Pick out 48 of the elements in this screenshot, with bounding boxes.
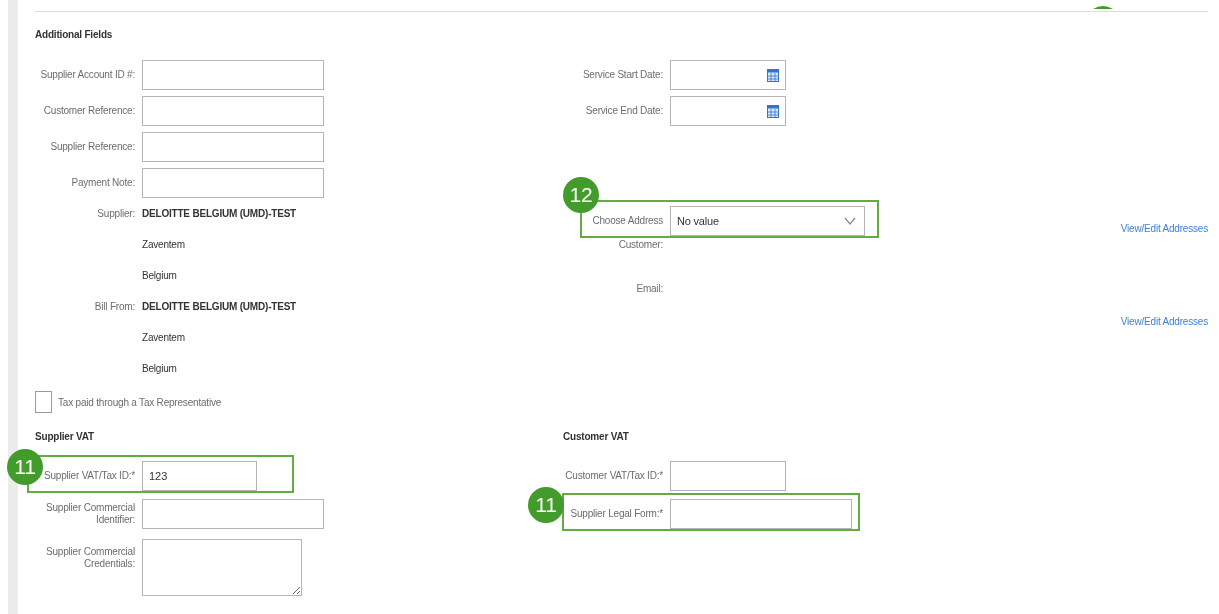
field-label: Payment Note:: [70, 177, 135, 189]
field-label: Supplier Reference:: [49, 141, 135, 153]
text-field[interactable]: [142, 499, 324, 529]
field-value: DELOITTE BELGIUM (UMD)-TEST: [142, 301, 297, 312]
badge-edge-icon: [1093, 5, 1113, 9]
field-label: Supplier Commercial Credentials:: [45, 546, 135, 570]
address-line: Zaventem: [142, 332, 185, 343]
address-line: Zaventem: [142, 239, 185, 250]
field-label: Supplier Account ID #:: [39, 69, 135, 81]
text-field[interactable]: [670, 499, 852, 529]
chevron-down-icon: [844, 217, 856, 225]
text-field[interactable]: 123: [142, 461, 257, 491]
date-field[interactable]: [670, 60, 786, 90]
field-value: DELOITTE BELGIUM (UMD)-TEST: [142, 208, 297, 219]
field-label: Customer Reference:: [42, 105, 135, 117]
view-edit-addresses-link[interactable]: View/Edit Addresses: [1120, 223, 1208, 235]
date-field[interactable]: [670, 96, 786, 126]
field-label: Email:: [635, 283, 663, 295]
text-field[interactable]: [142, 60, 324, 90]
address-dropdown[interactable]: No value: [670, 206, 865, 236]
text-area[interactable]: [142, 539, 302, 596]
field-label: Supplier VAT/Tax ID:*: [42, 470, 135, 482]
view-edit-addresses-link[interactable]: View/Edit Addresses: [1120, 316, 1208, 328]
address-line: Belgium: [142, 363, 177, 374]
calendar-icon[interactable]: [767, 68, 779, 82]
field-label: Service End Date:: [584, 105, 663, 117]
text-field[interactable]: [142, 132, 324, 162]
field-label: Customer:: [617, 239, 663, 251]
field-label: Bill From:: [93, 300, 135, 313]
text-field[interactable]: [142, 168, 324, 198]
step-badge: 11: [7, 449, 43, 485]
field-label: Supplier Legal Form:*: [569, 508, 663, 520]
section-heading: Additional Fields: [35, 28, 113, 42]
field-label: Customer VAT/Tax ID:*: [564, 470, 663, 482]
calendar-icon[interactable]: [767, 104, 779, 118]
field-label: Choose Address: [591, 215, 663, 227]
field-label: Service Start Date:: [581, 69, 663, 81]
field-label: Supplier Commercial Identifier:: [45, 502, 135, 526]
field-label: Supplier:: [96, 207, 135, 220]
address-line: Belgium: [142, 270, 177, 281]
checkbox-label: Tax paid through a Tax Representative: [58, 396, 222, 408]
text-field[interactable]: [670, 461, 786, 491]
text-field[interactable]: [142, 96, 324, 126]
section-heading: Supplier VAT: [35, 430, 94, 444]
section-heading: Customer VAT: [563, 430, 629, 444]
step-badge: 12: [563, 177, 599, 213]
checkbox[interactable]: [35, 391, 52, 413]
step-badge: 11: [528, 487, 564, 523]
